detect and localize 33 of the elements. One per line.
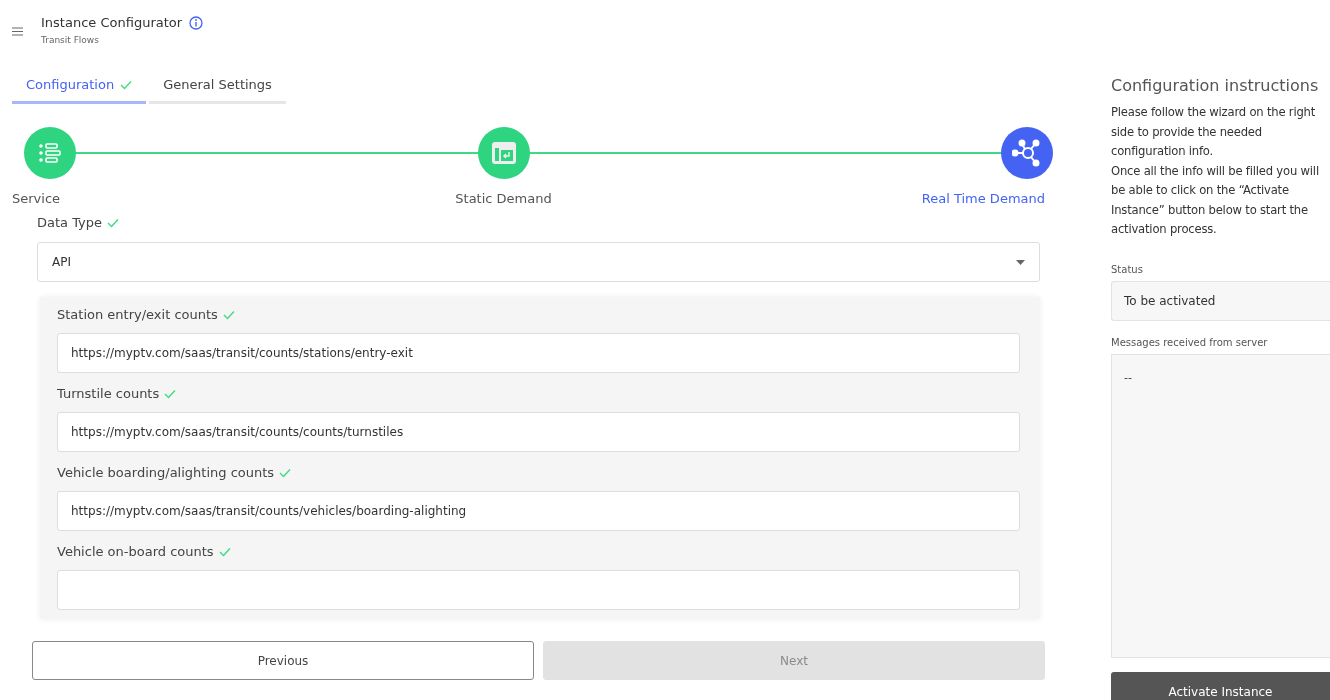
info-icon[interactable] bbox=[189, 15, 204, 30]
step-label: Real Time Demand bbox=[921, 191, 1045, 206]
instructions-text: Please follow the wizard on the right side to provide the needed configuration info. bbox=[1111, 104, 1317, 160]
field-label: Data Type bbox=[37, 215, 103, 230]
messages-box: -- bbox=[1111, 353, 1330, 658]
table-icon bbox=[490, 141, 517, 165]
field-label: Status bbox=[1111, 263, 1144, 275]
field-label: Messages received from server bbox=[1111, 336, 1269, 348]
field-label: Turnstile counts bbox=[57, 386, 160, 401]
list-icon bbox=[38, 141, 62, 165]
url-field[interactable]: https://myptv.com/saas/transit/counts/vehicles/boarding-alighting bbox=[57, 491, 1020, 531]
url-field[interactable] bbox=[57, 570, 1020, 610]
field-label: Vehicle on-board counts bbox=[57, 544, 214, 559]
step-circle[interactable] bbox=[1001, 127, 1053, 179]
url-field[interactable]: https://myptv.com/saas/transit/counts/stations/entry-exit bbox=[57, 333, 1020, 373]
menu-icon[interactable] bbox=[12, 27, 23, 36]
step-label: Service bbox=[12, 191, 61, 206]
dropdown-caret-icon bbox=[1016, 259, 1025, 265]
instructions-text: Once all the info will be filled you will be able to click on the “Activate Instance” button below to start the activation process. bbox=[1111, 162, 1320, 238]
step-label: Static Demand bbox=[455, 191, 552, 206]
network-icon bbox=[1012, 139, 1042, 167]
status-field: To be activated bbox=[1111, 280, 1330, 321]
field-label: Vehicle boarding/alighting counts bbox=[57, 465, 275, 480]
previous-button[interactable]: Previous bbox=[32, 641, 534, 680]
instructions-title: Configuration instructions bbox=[1111, 76, 1320, 95]
activate-button[interactable]: Activate Instance bbox=[1111, 671, 1330, 700]
tab[interactable]: General Settings bbox=[149, 77, 286, 104]
app-subtitle: Transit Flows bbox=[41, 35, 100, 45]
field-label: Station entry/exit counts bbox=[57, 307, 218, 322]
app-title: Instance Configurator bbox=[41, 15, 183, 30]
tab[interactable]: Configuration bbox=[12, 77, 147, 104]
url-field[interactable]: https://myptv.com/saas/transit/counts/counts/turnstiles bbox=[57, 412, 1020, 452]
data-type-select[interactable]: API bbox=[37, 242, 1040, 282]
